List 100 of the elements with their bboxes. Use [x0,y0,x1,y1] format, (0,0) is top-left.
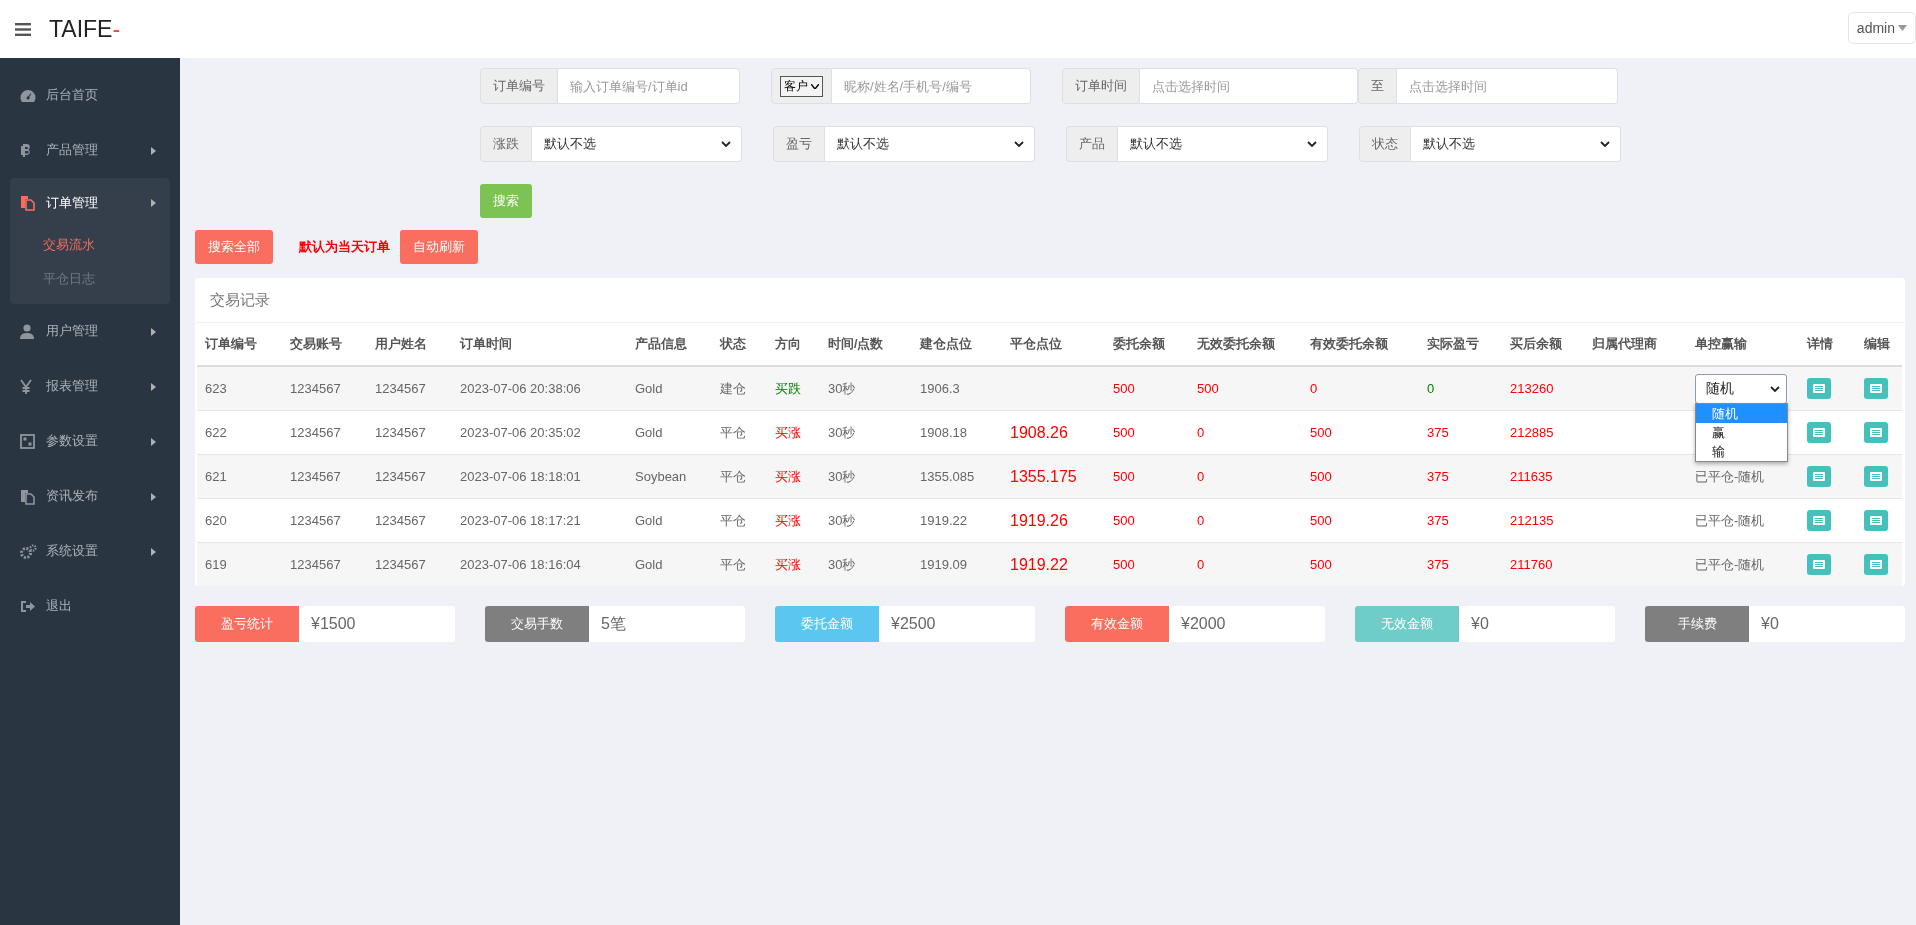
list-icon-button[interactable] [1807,554,1831,575]
table-cell: 622 [205,425,227,440]
customer-select[interactable]: 客户 [780,75,823,97]
menu-icon[interactable] [15,22,31,36]
sidebar-item[interactable]: 用户管理 [10,304,170,359]
table-cell: 500 [1310,425,1332,440]
default-note: 默认为当天订单 [299,238,390,256]
table-cell: 0 [1427,381,1435,396]
sidebar-item[interactable]: 报表管理 [10,359,170,414]
table-cell: 1234567 [375,381,426,396]
dropdown-select[interactable]: 默认不选 [1411,126,1621,162]
table-cell: 375 [1427,469,1449,484]
table-cell: 30秒 [828,556,856,572]
table-cell: 0 [1310,381,1318,396]
list-icon [1870,516,1882,525]
table-cell: 1919.22 [1010,555,1068,573]
user-icon [20,324,34,339]
table-cell: 1234567 [375,557,426,572]
table-cell: 1906.3 [920,381,960,396]
table-cell: 30秒 [828,468,856,484]
list-icon-button[interactable] [1864,378,1888,399]
field-label: 产品 [1066,126,1118,162]
table-cell: 1234567 [290,425,341,440]
dropdown-option[interactable]: 输 [1696,442,1787,461]
input-field[interactable]: 输入订单编号/订单id [558,68,740,104]
gears-icon [20,544,37,559]
table-cell: 已平仓-随机 [1695,512,1765,528]
sidebar-item[interactable]: 订单管理 [10,178,170,228]
table-cell: 1919.22 [920,513,967,528]
table-cell: 1234567 [375,513,426,528]
table-cell: 1908.18 [920,425,967,440]
table-cell: 500 [1310,469,1332,484]
table-cell: 0 [1197,557,1205,572]
table-cell: 已平仓-随机 [1695,556,1765,572]
list-icon-button[interactable] [1864,554,1888,575]
sidebar-item[interactable]: 退出 [10,579,170,634]
table-cell: 1234567 [290,469,341,484]
arrow-right-icon [151,492,156,501]
dropdown-select[interactable]: 默认不选 [825,126,1035,162]
table-cell: Gold [635,557,663,572]
table-cell: 平仓 [720,424,746,440]
table-cell: 500 [1197,381,1219,396]
user-menu-button[interactable]: admin [1847,12,1916,44]
list-icon [1870,428,1882,437]
table-cell: 建仓 [720,380,746,396]
field-label: 订单编号 [480,68,558,104]
dropdown-option[interactable]: 随机 [1696,404,1787,423]
list-icon [1870,384,1882,393]
arrow-right-icon [151,199,156,207]
table-cell: 2023-07-06 18:16:04 [460,557,581,572]
list-icon-button[interactable] [1864,466,1888,487]
table-cell: 500 [1113,513,1135,528]
dropdown-option[interactable]: 赢 [1696,423,1787,442]
summary-value: 5笔 [600,613,626,634]
list-icon-button[interactable] [1864,510,1888,531]
table-cell: 1234567 [290,513,341,528]
table-cell: 买跌 [775,380,801,396]
table-cell: 375 [1427,425,1449,440]
arrow-right-icon [151,382,156,391]
sidebar-item[interactable]: 参数设置 [10,414,170,469]
table-cell: 2023-07-06 20:35:02 [460,425,581,440]
card-title: 交易记录 [195,278,1905,323]
list-icon-button[interactable] [1807,378,1831,399]
sidebar-item[interactable]: 系统设置 [10,524,170,579]
table-cell: 买涨 [775,556,801,572]
table-cell: 500 [1310,557,1332,572]
summary-value: ¥2500 [890,614,936,634]
table-cell: 500 [1113,557,1135,572]
table-cell: 买涨 [775,468,801,484]
dropdown-select[interactable]: 默认不选 [1118,126,1328,162]
table-cell: 1234567 [375,469,426,484]
field-label: 状态 [1359,126,1411,162]
table-cell: 0 [1197,513,1205,528]
table-cell: 619 [205,557,227,572]
list-icon-button[interactable] [1807,466,1831,487]
table-cell: 500 [1113,381,1135,396]
outcome-select[interactable]: 随机 [1695,373,1787,404]
table-cell: 211760 [1510,557,1553,572]
files-icon [20,488,35,505]
dropdown-select[interactable]: 默认不选 [532,126,742,162]
table-cell: 500 [1113,469,1135,484]
table-cell: 平仓 [720,556,746,572]
sidebar-item[interactable]: 产品管理 [10,123,170,178]
table-cell: 买涨 [775,512,801,528]
list-icon-button[interactable] [1864,422,1888,443]
arrow-right-icon [151,146,156,155]
list-icon-button[interactable] [1807,510,1831,531]
table-cell: 621 [205,469,227,484]
table-cell: 2023-07-06 18:18:01 [460,469,581,484]
field-label: 订单时间 [1062,68,1140,104]
table-cell: 1919.26 [1010,511,1068,529]
table-cell: 212885 [1510,425,1554,440]
list-icon-button[interactable] [1807,422,1831,443]
input-field[interactable]: 点击选择时间 [1140,68,1358,104]
sidebar-subitem[interactable]: 交易流水 [10,228,170,262]
chevron-down-icon [1307,141,1317,147]
sidebar-item[interactable]: 后台首页 [10,68,170,123]
sidebar-item[interactable]: 资讯发布 [10,469,170,524]
input-field[interactable]: 点击选择时间 [1397,68,1618,104]
input-field[interactable]: 昵称/姓名/手机号/编号 [832,68,1031,104]
